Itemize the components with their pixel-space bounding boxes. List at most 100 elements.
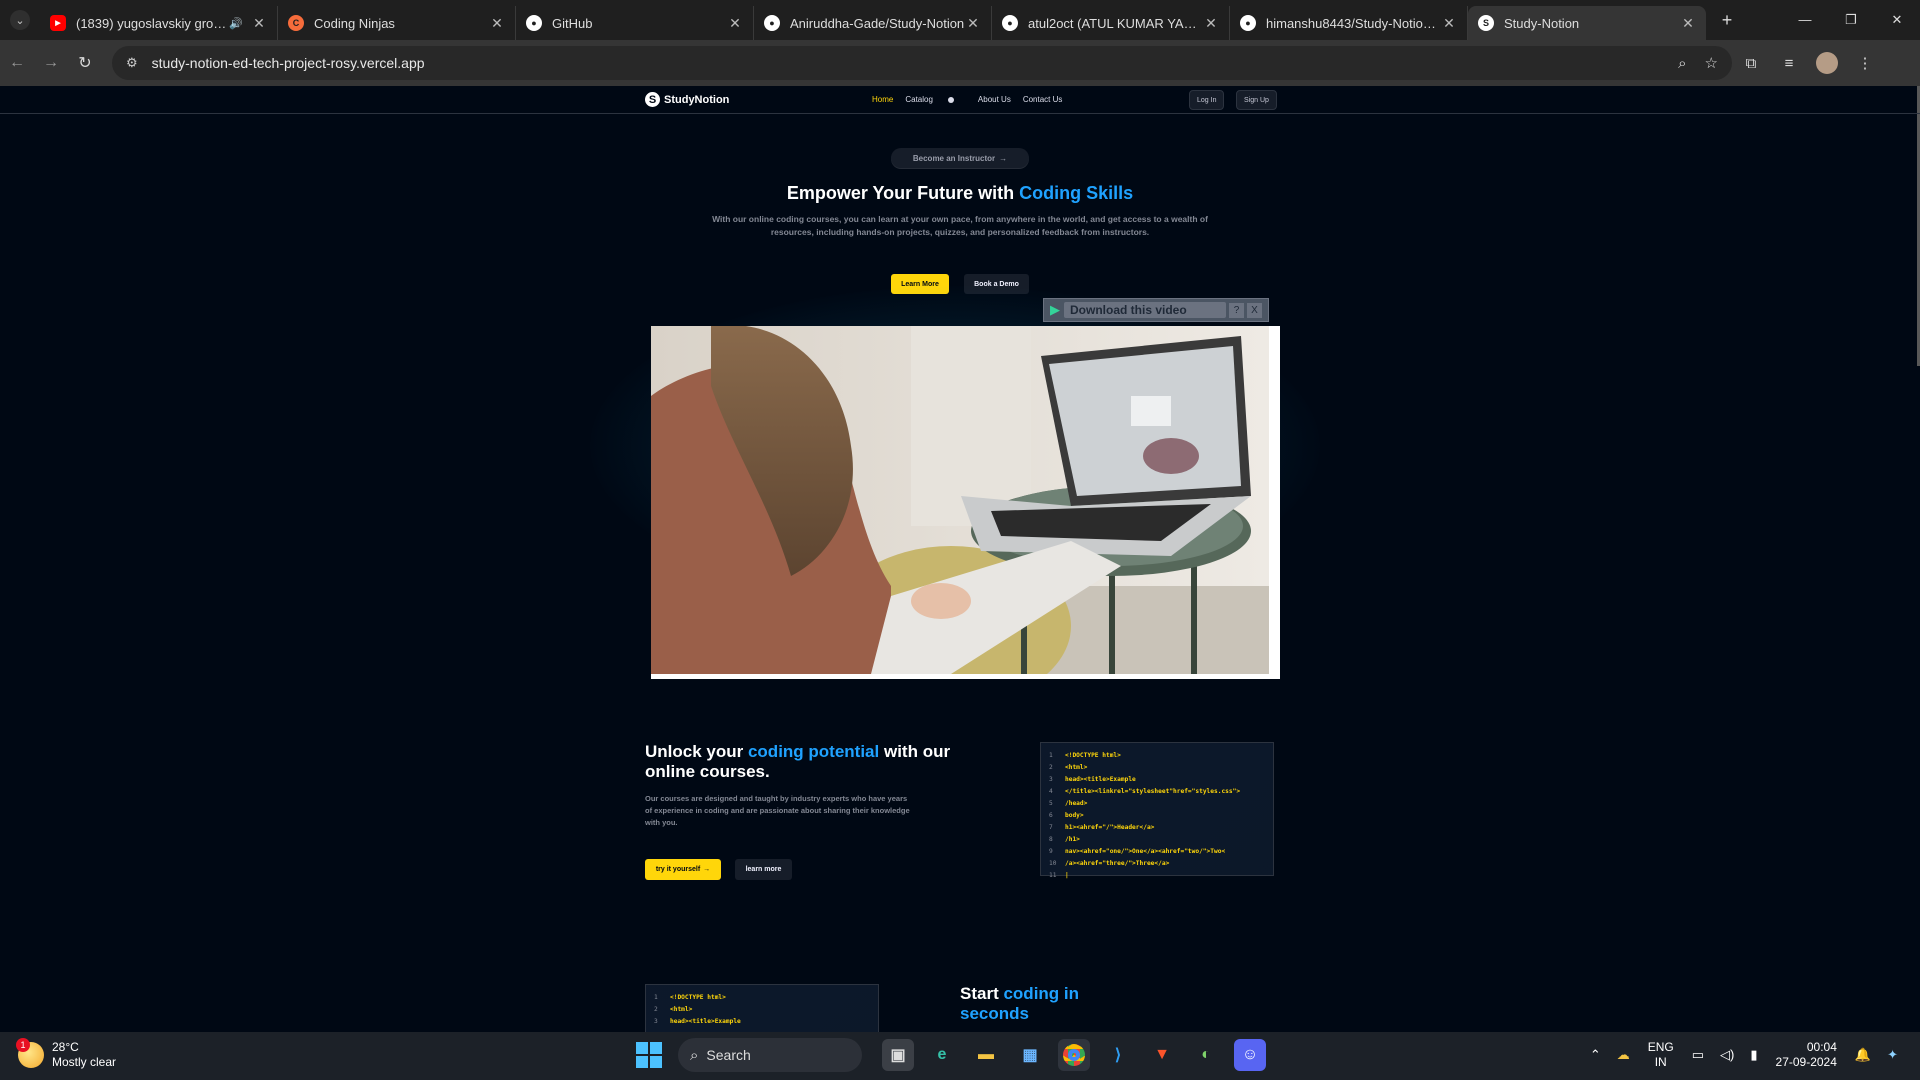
section1-title-highlight: coding potential bbox=[747, 742, 880, 761]
nav-link-catalog-label: Catalog bbox=[905, 95, 933, 104]
close-icon[interactable]: X bbox=[1247, 302, 1262, 318]
file-explorer-icon[interactable]: ▬ bbox=[970, 1039, 1002, 1071]
minimize-icon[interactable]: — bbox=[1782, 12, 1828, 28]
hero-title: Empower Your Future with Coding Skills bbox=[0, 183, 1920, 204]
nav-link-about[interactable]: About Us bbox=[978, 95, 1011, 104]
browser-tab[interactable]: ▶ (1839) yugoslavskiy groove 🔊 ✕ bbox=[40, 6, 278, 40]
signup-button[interactable]: Sign Up bbox=[1236, 90, 1277, 110]
code-line: 7 h1><ahref="/">Header</a> bbox=[1049, 822, 1265, 834]
close-tab-icon[interactable]: ✕ bbox=[1680, 15, 1696, 32]
extensions-icon[interactable]: ⧉ bbox=[1732, 55, 1770, 72]
edge-icon[interactable]: e bbox=[926, 1039, 958, 1071]
browser-toolbar: ← → ↻ ⚙ study-notion-ed-tech-project-ros… bbox=[0, 40, 1920, 86]
code-text: | bbox=[1065, 872, 1069, 879]
become-instructor-button[interactable]: Become an Instructor → bbox=[891, 148, 1029, 168]
browser-tab[interactable]: C Coding Ninjas ✕ bbox=[278, 6, 516, 40]
nav-link-home[interactable]: Home bbox=[872, 95, 893, 104]
media-control-icon[interactable]: ≡ bbox=[1770, 55, 1808, 72]
download-video-bar[interactable]: ▶ Download this video ? X bbox=[1043, 298, 1269, 322]
weather-temperature: 28°C bbox=[52, 1040, 79, 1054]
browser-tab[interactable]: ● himanshu8443/Study-Notion-m ✕ bbox=[1230, 6, 1468, 40]
battery-icon[interactable]: ▮ bbox=[1750, 1047, 1757, 1063]
download-video-label[interactable]: Download this video bbox=[1064, 302, 1226, 318]
line-number: 4 bbox=[1049, 788, 1053, 795]
code-text: h1><ahref="/">Header</a> bbox=[1065, 824, 1155, 831]
volume-icon[interactable]: ◁) bbox=[1720, 1047, 1734, 1063]
github-icon: ● bbox=[1240, 15, 1256, 31]
window-controls: — ❐ ✕ bbox=[1782, 12, 1920, 28]
profile-avatar[interactable] bbox=[1816, 52, 1838, 74]
notification-bell-icon[interactable]: 🔔 bbox=[1855, 1047, 1871, 1063]
code-line: 5/head> bbox=[1049, 798, 1265, 810]
brave-icon[interactable]: ▼ bbox=[1146, 1039, 1178, 1071]
forward-icon[interactable]: → bbox=[34, 54, 68, 72]
nav-link-catalog[interactable]: Catalog bbox=[905, 95, 966, 104]
address-bar[interactable]: ⚙ study-notion-ed-tech-project-rosy.verc… bbox=[112, 46, 1732, 80]
photos-icon[interactable]: ◐ bbox=[1190, 1039, 1222, 1071]
close-tab-icon[interactable]: ✕ bbox=[727, 15, 743, 32]
line-number: 9 bbox=[1049, 848, 1053, 855]
system-tray: ⌃ ☁ ENG IN ▭ ◁) ▮ 00:04 27-09-2024 🔔 ✦ bbox=[1582, 1040, 1906, 1070]
back-icon[interactable]: ← bbox=[0, 54, 34, 72]
reload-icon[interactable]: ↻ bbox=[68, 53, 102, 73]
nav-link-contact[interactable]: Contact Us bbox=[1023, 95, 1063, 104]
code-text: <!DOCTYPE html> bbox=[670, 994, 726, 1001]
close-window-icon[interactable]: ✕ bbox=[1874, 12, 1920, 28]
code-block-1: 1 <!DOCTYPE html> 2 <html> 3 head><title>Exam… bbox=[1040, 742, 1274, 879]
browser-tab[interactable]: ● atul2oct (ATUL KUMAR YADAV) ✕ bbox=[992, 6, 1230, 40]
nav-links: Home Catalog About Us Contact Us bbox=[872, 95, 1074, 104]
hero-video[interactable] bbox=[651, 326, 1269, 674]
code-text: head><title>Example bbox=[1065, 776, 1136, 783]
line-number: 2 bbox=[1049, 764, 1053, 771]
vscode-icon[interactable]: ⟩ bbox=[1102, 1039, 1134, 1071]
network-icon[interactable]: ▭ bbox=[1692, 1047, 1704, 1063]
clock[interactable]: 00:04 27-09-2024 bbox=[1776, 1040, 1837, 1070]
line-number: 3 bbox=[654, 1018, 658, 1025]
speaker-icon[interactable]: 🔊 bbox=[229, 17, 243, 30]
site-info-icon[interactable]: ⚙ bbox=[126, 55, 138, 71]
discord-icon[interactable]: ☺ bbox=[1234, 1039, 1266, 1071]
menu-icon[interactable]: ⋮ bbox=[1846, 54, 1884, 72]
login-button[interactable]: Log In bbox=[1189, 90, 1225, 110]
chevron-up-icon[interactable]: ⌃ bbox=[1590, 1047, 1601, 1063]
tab-search-button[interactable]: ⌄ bbox=[10, 10, 30, 30]
onedrive-icon[interactable]: ☁ bbox=[1617, 1047, 1630, 1063]
chevron-down-icon bbox=[947, 96, 954, 103]
weather-widget[interactable]: 1 28°C Mostly clear bbox=[16, 1038, 116, 1070]
code-line: 1 <!DOCTYPE html> bbox=[1049, 750, 1265, 762]
copilot-icon[interactable]: ✦ bbox=[1887, 1047, 1898, 1063]
windows-start-icon[interactable] bbox=[636, 1042, 662, 1068]
task-view-icon[interactable]: ▣ bbox=[882, 1039, 914, 1071]
url-text[interactable]: study-notion-ed-tech-project-rosy.vercel… bbox=[152, 55, 1660, 71]
restore-icon[interactable]: ❐ bbox=[1828, 12, 1874, 28]
help-icon[interactable]: ? bbox=[1229, 302, 1244, 318]
bookmark-star-icon[interactable]: ☆ bbox=[1705, 54, 1718, 72]
close-tab-icon[interactable]: ✕ bbox=[1441, 15, 1457, 32]
become-instructor-label: Become an Instructor bbox=[912, 153, 996, 163]
site-logo[interactable]: S StudyNotion bbox=[645, 92, 729, 107]
microsoft-store-icon[interactable]: ▦ bbox=[1014, 1039, 1046, 1071]
chrome-icon[interactable] bbox=[1058, 1039, 1090, 1071]
close-tab-icon[interactable]: ✕ bbox=[1203, 15, 1219, 32]
code-line: 11 | bbox=[1049, 870, 1265, 882]
studynotion-logo-icon: S bbox=[645, 92, 660, 107]
tab-list: ▶ (1839) yugoslavskiy groove 🔊 ✕ C Coding Nin… bbox=[40, 0, 1706, 40]
site-navbar: S StudyNotion Home Catalog About Us Cont… bbox=[0, 86, 1920, 114]
new-tab-button[interactable]: + bbox=[1712, 10, 1742, 31]
learn-more-secondary-button[interactable]: learn more bbox=[735, 859, 792, 880]
section2-title-a: Start bbox=[960, 984, 1004, 1003]
try-it-yourself-button[interactable]: try it yourself → bbox=[645, 859, 721, 880]
close-tab-icon[interactable]: ✕ bbox=[489, 15, 505, 32]
code-line: 2 <html> bbox=[1049, 762, 1265, 774]
tab-title: atul2oct (ATUL KUMAR YADAV) bbox=[1028, 15, 1203, 31]
close-tab-icon[interactable]: ✕ bbox=[251, 15, 267, 32]
taskbar-search[interactable]: ⌕ Search bbox=[678, 1038, 862, 1072]
browser-tab[interactable]: S Study-Notion ✕ bbox=[1468, 6, 1706, 40]
taskbar-apps: ⌕ Search ▣ e ▬ ▦ ⟩ ▼ ◐ ☺ bbox=[636, 1038, 1272, 1072]
language-indicator[interactable]: ENG IN bbox=[1648, 1040, 1674, 1070]
zoom-icon[interactable]: ⌕ bbox=[1678, 55, 1686, 72]
browser-tab[interactable]: ● GitHub ✕ bbox=[516, 6, 754, 40]
studynotion-icon: S bbox=[1478, 15, 1494, 31]
close-tab-icon[interactable]: ✕ bbox=[965, 15, 981, 32]
browser-tab[interactable]: ● Aniruddha-Gade/Study-Notion ✕ bbox=[754, 6, 992, 40]
